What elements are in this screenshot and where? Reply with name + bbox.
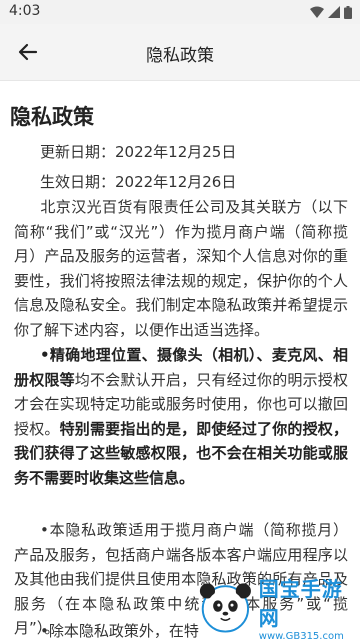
- status-icons: [310, 5, 352, 19]
- status-time: 4:03: [9, 3, 41, 19]
- exception-text: •除本隐私政策外，在特: [40, 622, 199, 640]
- permissions-bold-2: 特别需要指出的是，即使经过了你的授权，我们获得了这些敏感权限，也不会在相关功能或…: [14, 419, 348, 487]
- effective-date: 生效日期：2022年12月26日: [40, 173, 237, 191]
- wifi-icon: [310, 6, 324, 18]
- panda-logo-icon: [199, 583, 251, 633]
- permissions-paragraph: •精确地理位置、摄像头（相机）、麦克风、相册权限等均不会默认开启，只有经过你的明…: [14, 343, 348, 490]
- watermark-name: 国宝手游网: [258, 576, 343, 630]
- intro-paragraph: 北京汉光百货有限责任公司及其关联方（以下简称“我们”或“汉光”）作为揽月商户端（…: [14, 195, 348, 342]
- document-title: 隐私政策: [10, 105, 94, 129]
- updated-date: 更新日期：2022年12月25日: [40, 143, 237, 161]
- watermark: 国宝手游网 www.GB315.com: [198, 576, 358, 642]
- app-bar: 隐私政策: [0, 24, 360, 81]
- battery-icon: [344, 5, 352, 19]
- intro-text: 北京汉光百货有限责任公司及其关联方（以下简称“我们”或“汉光”）作为揽月商户端（…: [14, 198, 348, 339]
- page-title: 隐私政策: [146, 46, 214, 66]
- signal-icon: [328, 6, 340, 18]
- status-bar: 4:03: [0, 0, 360, 24]
- policy-content[interactable]: 隐私政策 更新日期：2022年12月25日 生效日期：2022年12月26日 北…: [0, 81, 360, 640]
